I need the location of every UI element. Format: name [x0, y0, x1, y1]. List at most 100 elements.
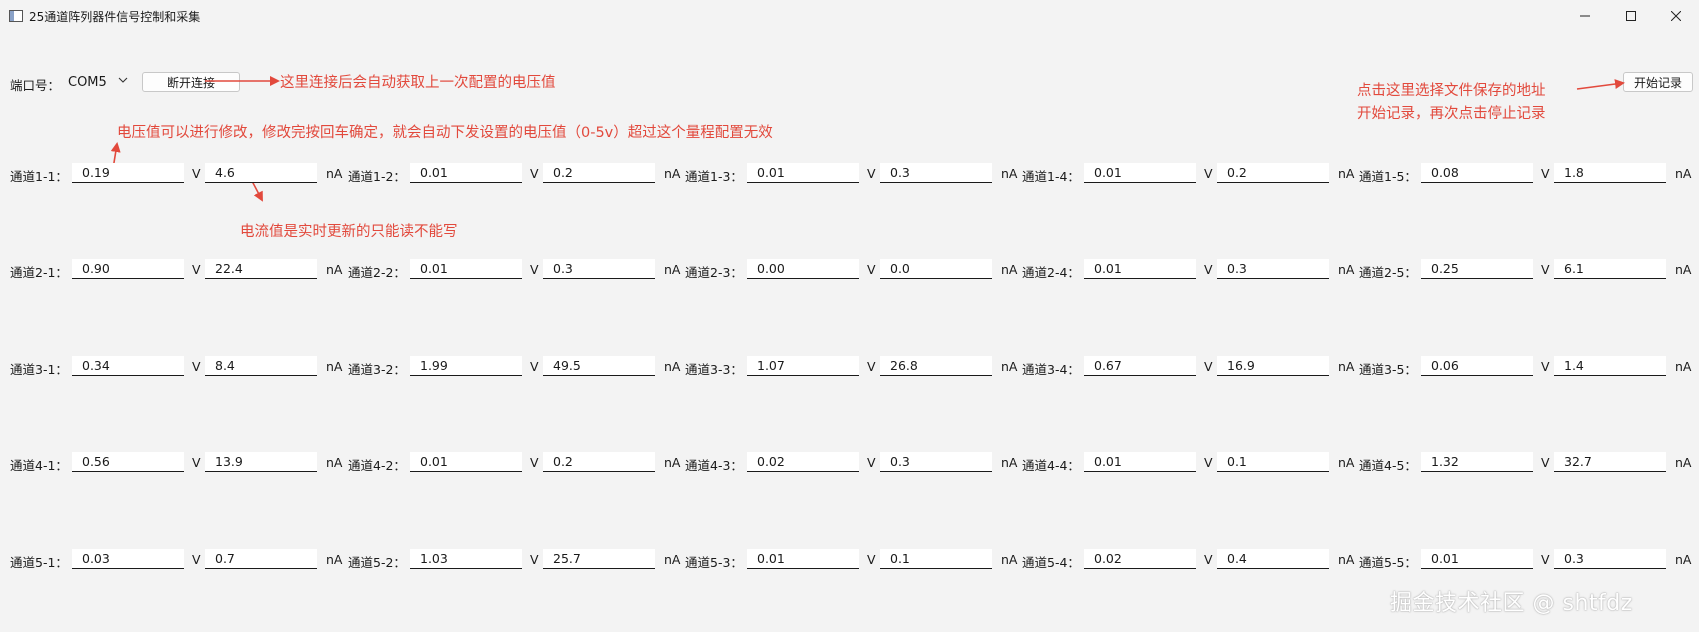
voltage-input[interactable]: [1421, 356, 1533, 376]
close-icon: [1671, 11, 1681, 21]
voltage-input[interactable]: [1084, 259, 1196, 279]
voltage-input[interactable]: [1421, 549, 1533, 569]
channel-label: 通道5-2：: [348, 555, 406, 570]
voltage-unit: V: [1541, 359, 1550, 374]
voltage-input[interactable]: [747, 452, 859, 472]
voltage-input[interactable]: [410, 452, 522, 472]
current-readout: [1217, 259, 1329, 279]
channel-label: 通道2-5：: [1359, 265, 1417, 280]
voltage-input[interactable]: [410, 259, 522, 279]
port-select[interactable]: COM5: [66, 72, 130, 92]
window-title: 25通道阵列器件信号控制和采集: [29, 10, 201, 24]
current-unit: nA: [1338, 359, 1355, 374]
channel-label: 通道3-2：: [348, 362, 406, 377]
voltage-input[interactable]: [72, 452, 184, 472]
minimize-icon: [1580, 15, 1590, 17]
voltage-unit: V: [192, 166, 201, 181]
annotation-connect-note: 这里连接后会自动获取上一次配置的电压值: [280, 75, 556, 91]
current-unit: nA: [1338, 166, 1355, 181]
voltage-input[interactable]: [410, 549, 522, 569]
voltage-input[interactable]: [1084, 163, 1196, 183]
voltage-input[interactable]: [72, 549, 184, 569]
voltage-input[interactable]: [72, 356, 184, 376]
voltage-input[interactable]: [72, 163, 184, 183]
channel-label: 通道3-5：: [1359, 362, 1417, 377]
current-readout: [543, 452, 655, 472]
current-unit: nA: [1675, 552, 1692, 567]
voltage-input[interactable]: [1421, 163, 1533, 183]
voltage-input[interactable]: [1421, 259, 1533, 279]
voltage-input[interactable]: [747, 549, 859, 569]
current-readout: [1554, 452, 1666, 472]
current-unit: nA: [326, 455, 343, 470]
voltage-unit: V: [530, 359, 539, 374]
current-readout: [880, 549, 992, 569]
annotation-record-note-line1: 点击这里选择文件保存的地址: [1357, 83, 1546, 99]
disconnect-button[interactable]: 断开连接: [142, 72, 240, 92]
voltage-unit: V: [530, 455, 539, 470]
current-unit: nA: [1001, 359, 1018, 374]
current-unit: nA: [1001, 166, 1018, 181]
current-readout: [205, 549, 317, 569]
annotation-record-note: 点击这里选择文件保存的地址 开始记录，再次点击停止记录: [1357, 80, 1546, 126]
channel-label: 通道2-1：: [10, 265, 68, 280]
voltage-input[interactable]: [747, 259, 859, 279]
voltage-input[interactable]: [1084, 549, 1196, 569]
voltage-unit: V: [867, 359, 876, 374]
channel-label: 通道1-4：: [1022, 169, 1080, 184]
voltage-input[interactable]: [747, 356, 859, 376]
channel-label: 通道3-4：: [1022, 362, 1080, 377]
annotation-voltage-note: 电压值可以进行修改，修改完按回车确定，就会自动下发设置的电压值（0-5v）超过这…: [117, 125, 773, 141]
voltage-input[interactable]: [72, 259, 184, 279]
voltage-input[interactable]: [747, 163, 859, 183]
current-unit: nA: [1001, 262, 1018, 277]
current-readout: [1217, 549, 1329, 569]
current-unit: nA: [326, 262, 343, 277]
voltage-input[interactable]: [410, 163, 522, 183]
voltage-input[interactable]: [410, 356, 522, 376]
voltage-input[interactable]: [1084, 356, 1196, 376]
start-record-button[interactable]: 开始记录: [1623, 72, 1693, 92]
current-readout: [543, 356, 655, 376]
channel-label: 通道1-5：: [1359, 169, 1417, 184]
current-readout: [1217, 452, 1329, 472]
voltage-unit: V: [1541, 455, 1550, 470]
current-unit: nA: [1001, 455, 1018, 470]
port-select-value: COM5: [68, 74, 107, 90]
port-label: 端口号：: [10, 78, 61, 93]
current-readout: [880, 452, 992, 472]
voltage-input[interactable]: [1084, 452, 1196, 472]
title-bar: 25通道阵列器件信号控制和采集: [0, 0, 1699, 32]
channel-label: 通道4-5：: [1359, 458, 1417, 473]
channel-label: 通道2-2：: [348, 265, 406, 280]
current-unit: nA: [1338, 552, 1355, 567]
channel-label: 通道4-3：: [685, 458, 743, 473]
voltage-unit: V: [192, 262, 201, 277]
current-unit: nA: [326, 166, 343, 181]
channel-label: 通道1-2：: [348, 169, 406, 184]
channel-label: 通道5-4：: [1022, 555, 1080, 570]
channel-label: 通道3-1：: [10, 362, 68, 377]
voltage-unit: V: [867, 262, 876, 277]
current-unit: nA: [1001, 552, 1018, 567]
voltage-unit: V: [1204, 552, 1213, 567]
current-readout: [1554, 356, 1666, 376]
voltage-unit: V: [1541, 552, 1550, 567]
channel-label: 通道5-3：: [685, 555, 743, 570]
minimize-button[interactable]: [1562, 0, 1608, 32]
voltage-unit: V: [1204, 262, 1213, 277]
current-unit: nA: [664, 262, 681, 277]
voltage-unit: V: [1541, 262, 1550, 277]
voltage-unit: V: [1204, 166, 1213, 181]
close-button[interactable]: [1653, 0, 1699, 32]
maximize-button[interactable]: [1608, 0, 1654, 32]
channel-label: 通道4-4：: [1022, 458, 1080, 473]
voltage-input[interactable]: [1421, 452, 1533, 472]
current-unit: nA: [326, 359, 343, 374]
annotation-current-note: 电流值是实时更新的只能读不能写: [240, 224, 458, 240]
voltage-unit: V: [530, 166, 539, 181]
current-readout: [1554, 163, 1666, 183]
current-readout: [1217, 163, 1329, 183]
channel-label: 通道2-3：: [685, 265, 743, 280]
app-window-icon: [9, 10, 23, 22]
